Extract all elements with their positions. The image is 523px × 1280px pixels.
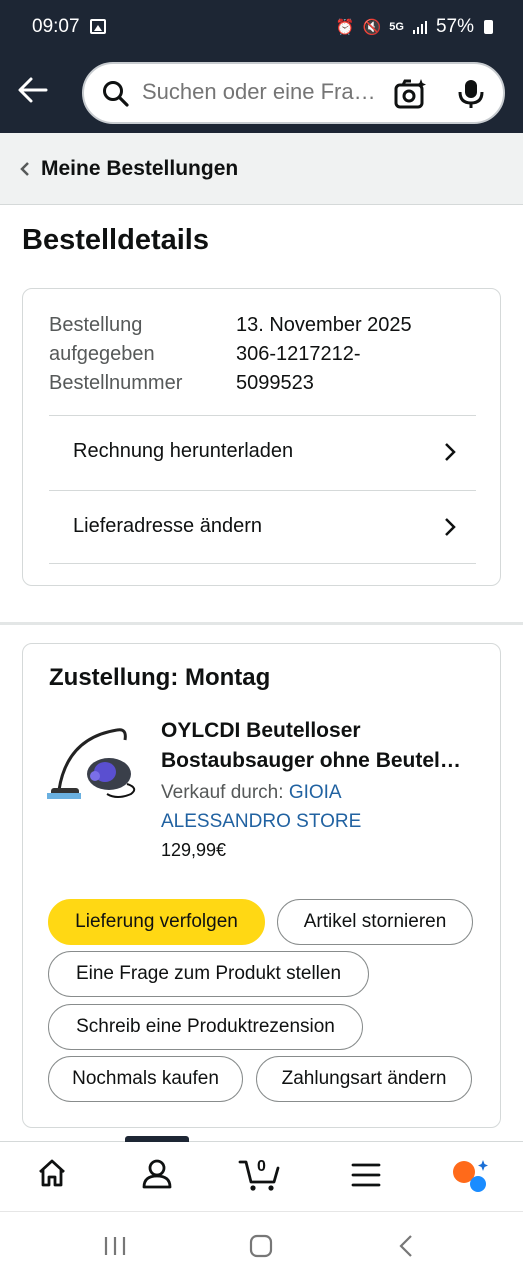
status-bar: 09:07 ⏰ 🔇 5G 57% bbox=[0, 0, 523, 56]
breadcrumb[interactable]: Meine Bestellungen bbox=[0, 133, 523, 205]
product-title[interactable]: OYLCDI Beutelloser Bostaubsauger ohne Be… bbox=[161, 716, 483, 776]
cancel-item-button[interactable]: Artikel stornieren bbox=[277, 899, 473, 945]
system-navigation-bar bbox=[0, 1211, 523, 1280]
menu-icon[interactable] bbox=[351, 1162, 381, 1188]
order-number-part2: 5099523 bbox=[236, 372, 314, 394]
change-address-label: Lieferadresse ändern bbox=[73, 515, 263, 537]
chevron-right-icon bbox=[445, 518, 456, 536]
seller-link-part1[interactable]: GIOIA bbox=[289, 782, 342, 803]
order-info-values: 13. November 2025 306-1217212- 5099523 bbox=[236, 311, 466, 398]
download-invoice-label: Rechnung herunterladen bbox=[73, 440, 294, 462]
product-price: 129,99€ bbox=[161, 840, 227, 860]
order-date: 13. November 2025 bbox=[236, 314, 412, 336]
search-input[interactable] bbox=[142, 79, 378, 105]
home-icon[interactable] bbox=[37, 1158, 67, 1188]
breadcrumb-label[interactable]: Meine Bestellungen bbox=[41, 157, 238, 181]
order-number-label: Bestellnummer bbox=[49, 372, 183, 394]
assistant-icon[interactable] bbox=[450, 1158, 490, 1194]
signal-icon bbox=[412, 21, 427, 34]
status-time: 09:07 bbox=[32, 16, 80, 37]
seller-link-part2[interactable]: ALESSANDRO STORE bbox=[161, 811, 361, 832]
back-arrow-icon[interactable] bbox=[16, 73, 50, 107]
chevron-right-icon bbox=[445, 443, 456, 461]
delivery-title: Zustellung: Montag bbox=[49, 664, 271, 691]
status-indicators: ⏰ 🔇 5G 57% bbox=[336, 16, 493, 38]
camera-lens-icon[interactable] bbox=[394, 77, 428, 111]
change-address-row[interactable]: Lieferadresse ändern bbox=[49, 490, 476, 564]
search-icon bbox=[103, 81, 129, 107]
sold-by-label: Verkauf durch: bbox=[161, 782, 284, 803]
account-icon[interactable] bbox=[141, 1158, 173, 1190]
network-type: 5G bbox=[389, 21, 404, 33]
mute-icon: 🔇 bbox=[362, 19, 382, 36]
order-placed-label: Bestellung bbox=[49, 314, 143, 336]
buy-again-button[interactable]: Nochmals kaufen bbox=[48, 1056, 243, 1102]
order-number-part1: 306-1217212- bbox=[236, 343, 361, 365]
bottom-navigation: 0 bbox=[0, 1136, 523, 1211]
ask-question-button[interactable]: Eine Frage zum Produkt stellen bbox=[48, 951, 369, 997]
microphone-icon[interactable] bbox=[458, 78, 484, 110]
order-placed-label-cont: aufgegeben bbox=[49, 343, 155, 365]
cart-count: 0 bbox=[257, 1158, 266, 1175]
product-title-line1[interactable]: OYLCDI Beutelloser bbox=[161, 716, 483, 746]
page-title: Bestelldetails bbox=[22, 224, 209, 256]
alarm-icon: ⏰ bbox=[335, 19, 355, 36]
track-delivery-button[interactable]: Lieferung verfolgen bbox=[48, 899, 265, 945]
seller-info: Verkauf durch: GIOIA ALESSANDRO STORE bbox=[161, 778, 481, 836]
delivery-card: Zustellung: Montag OYLCDI Beutelloser Bo… bbox=[22, 643, 501, 1128]
write-review-button[interactable]: Schreib eine Produktrezension bbox=[48, 1004, 363, 1050]
battery-icon bbox=[484, 20, 493, 34]
change-payment-button[interactable]: Zahlungsart ändern bbox=[256, 1056, 472, 1102]
product-title-line2[interactable]: Bostaubsauger ohne Beutel… bbox=[161, 746, 483, 776]
active-tab-indicator bbox=[125, 1136, 189, 1142]
home-button-icon[interactable] bbox=[249, 1234, 273, 1258]
order-info-card: Bestellung aufgegeben Bestellnummer 13. … bbox=[22, 288, 501, 586]
recent-apps-icon[interactable] bbox=[103, 1235, 127, 1257]
system-back-icon[interactable] bbox=[398, 1234, 414, 1258]
product-image[interactable] bbox=[47, 718, 142, 804]
section-divider bbox=[0, 622, 523, 625]
order-info-labels: Bestellung aufgegeben Bestellnummer bbox=[49, 311, 182, 398]
download-invoice-row[interactable]: Rechnung herunterladen bbox=[49, 415, 476, 489]
gallery-notification-icon bbox=[90, 19, 106, 34]
battery-percent: 57% bbox=[435, 16, 474, 37]
search-header bbox=[0, 56, 523, 133]
search-box[interactable] bbox=[82, 62, 505, 124]
chevron-left-icon bbox=[20, 162, 29, 176]
